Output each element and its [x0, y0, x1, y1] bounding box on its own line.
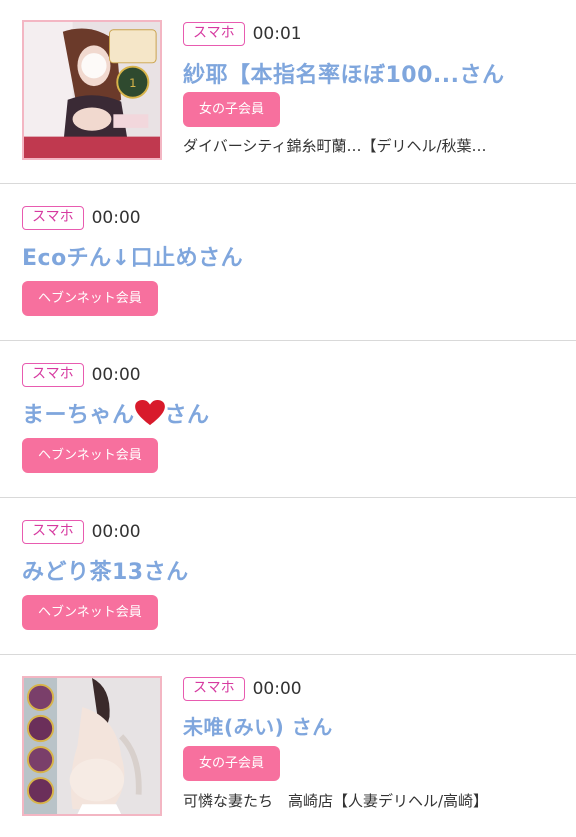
access-time: 00:00	[91, 365, 141, 385]
profile-photo-image: 1	[24, 22, 160, 158]
device-badge: スマホ	[22, 520, 84, 544]
device-badge: スマホ	[183, 677, 245, 701]
visitor-name: みどり茶13さん	[22, 560, 189, 585]
visitor-name-part: まーちゃん	[22, 403, 135, 428]
red-heart-icon	[134, 400, 165, 426]
visitor-name: まーちゃん さん	[22, 397, 210, 429]
access-time: 00:00	[91, 522, 141, 542]
list-item[interactable]: 1 スマホ 00:01 紗耶【本指名率ほぼ100...さん 女の子会員 ダイバー…	[0, 0, 576, 184]
shop-name[interactable]: ダイバーシティ錦糸町蘭…【デリヘル/秋葉…	[183, 135, 487, 156]
access-time: 00:00	[91, 208, 141, 228]
list-item[interactable]: スマホ 00:00 Ecoチん↓口止めさん ヘブンネット会員	[0, 184, 576, 341]
visitor-name: Ecoチん↓口止めさん	[22, 246, 244, 271]
member-type-badge: ヘブンネット会員	[22, 438, 158, 473]
access-time: 00:00	[252, 679, 302, 699]
list-item[interactable]: スマホ 00:00 みどり茶13さん ヘブンネット会員	[0, 498, 576, 655]
visitor-name-link[interactable]: 紗耶【本指名率ほぼ100...さん	[183, 57, 505, 89]
svg-text:1: 1	[129, 76, 136, 90]
profile-photo-image	[24, 678, 160, 814]
profile-thumbnail[interactable]	[22, 676, 162, 816]
profile-thumbnail[interactable]: 1	[22, 20, 162, 160]
list-item[interactable]: スマホ 00:00 未唯(みい) さん 女の子会員 可憐な妻たち 高崎店【人妻デ…	[0, 655, 576, 837]
visitor-name-link[interactable]: 未唯(みい) さん	[183, 711, 333, 740]
device-badge: スマホ	[22, 363, 84, 387]
member-type-badge: 女の子会員	[183, 746, 281, 781]
visitor-name-suffix: さん	[164, 403, 210, 428]
access-time: 00:01	[252, 24, 302, 44]
member-type-badge: 女の子会員	[183, 92, 281, 127]
list-item[interactable]: スマホ 00:00 まーちゃん さん ヘブンネット会員	[0, 341, 576, 498]
member-type-badge: ヘブンネット会員	[22, 281, 158, 316]
device-badge: スマホ	[22, 206, 84, 230]
device-badge: スマホ	[183, 22, 245, 46]
shop-name[interactable]: 可憐な妻たち 高崎店【人妻デリヘル/高崎】	[183, 790, 488, 811]
member-type-badge: ヘブンネット会員	[22, 595, 158, 630]
